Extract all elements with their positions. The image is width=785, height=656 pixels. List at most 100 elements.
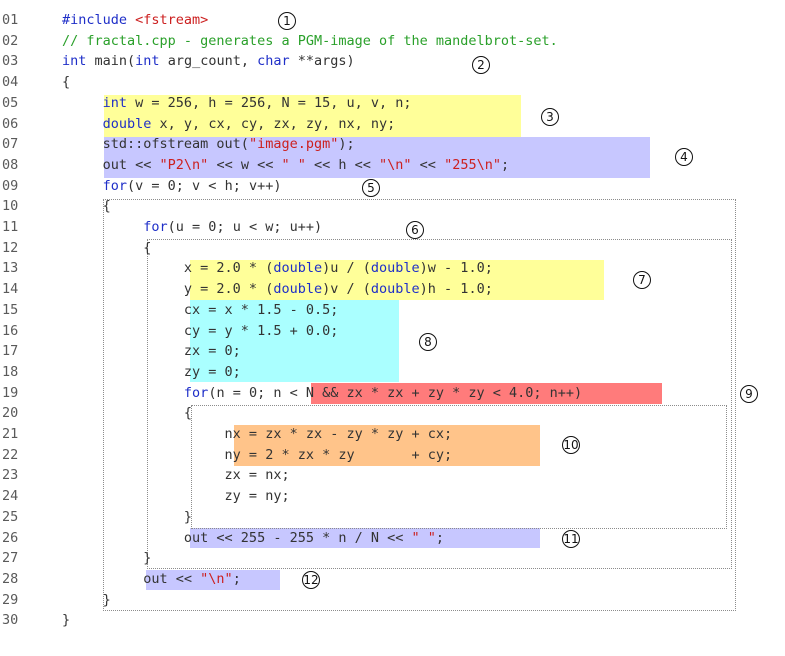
code-token: (n = 0; n < N && zx * zx + zy * zy < 4.0… xyxy=(208,384,583,401)
code-token: zy = 0; xyxy=(62,363,241,380)
marker-7: 7 xyxy=(633,271,651,289)
code-text: zx = 0; xyxy=(62,341,241,361)
line-number: 27 xyxy=(2,550,19,567)
code-text: // fractal.cpp - generates a PGM-image o… xyxy=(62,31,558,51)
code-text: out << "P2\n" << w << " " << h << "\n" <… xyxy=(62,155,509,175)
code-diagram: 01 #include <fstream> 02 // fractal.cpp - g… xyxy=(0,0,785,656)
code-token: " " xyxy=(411,529,436,546)
code-token: // fractal.cpp - generates a PGM-image o… xyxy=(62,32,558,49)
code-text: } xyxy=(62,507,192,527)
code-token: for xyxy=(183,384,209,401)
code-token: "image.pgm" xyxy=(248,136,339,153)
code-token: )u / ( xyxy=(322,260,371,277)
code-token: (u = 0; u < w; u++) xyxy=(167,219,323,235)
code-token: arg_count, xyxy=(159,53,258,70)
line-number: 23 xyxy=(2,467,19,484)
code-text: out << "\n"; xyxy=(62,569,241,589)
marker-2: 2 xyxy=(472,56,490,74)
code-token: )w - 1.0; xyxy=(419,260,493,277)
code-token: { xyxy=(62,239,152,256)
code-text: std::ofstream out("image.pgm"); xyxy=(62,134,355,154)
line-number: 24 xyxy=(2,488,19,505)
line-number: 06 xyxy=(2,115,19,132)
code-text: int main(int arg_count, char **args) xyxy=(62,51,355,71)
code-text: x = 2.0 * (double)u / (double)w - 1.0; xyxy=(62,258,493,278)
marker-4: 4 xyxy=(675,148,693,166)
code-text: zx = nx; xyxy=(62,465,290,485)
code-text: for(n = 0; n < N && zx * zx + zy * zy < … xyxy=(62,383,582,403)
code-text: cy = y * 1.5 + 0.0; xyxy=(62,321,338,341)
line-number: 19 xyxy=(2,384,19,401)
line-number: 17 xyxy=(2,343,19,360)
code-token: ny = 2 * zx * zy + cy; xyxy=(62,446,453,463)
code-token: zx = 0; xyxy=(62,343,241,360)
line-number: 10 xyxy=(2,198,19,215)
code-token: ; xyxy=(435,529,445,546)
code-text: ny = 2 * zx * zy + cy; xyxy=(62,445,453,465)
code-text: zy = 0; xyxy=(62,362,241,382)
code-token: zx = nx; xyxy=(62,467,290,484)
line-number: 13 xyxy=(2,260,19,277)
code-token: ; xyxy=(232,570,241,587)
line-number: 04 xyxy=(2,74,19,91)
code-text: for(u = 0; u < w; u++) xyxy=(62,217,322,237)
marker-8: 8 xyxy=(419,333,437,351)
code-token: "\n" xyxy=(379,156,412,173)
code-token: double xyxy=(273,281,323,298)
code-text: out << 255 - 255 * n / N << " "; xyxy=(62,528,444,548)
code-token: { xyxy=(62,74,71,91)
line-number: 08 xyxy=(2,156,19,173)
code-token: " " xyxy=(281,156,306,173)
code-token: double xyxy=(273,260,323,277)
code-token: ); xyxy=(338,136,355,153)
code-text: nx = zx * zx - zy * zy + cx; xyxy=(62,424,453,444)
code-text: int w = 256, h = 256, N = 15, u, v, n; xyxy=(62,93,412,113)
code-text: #include <fstream> xyxy=(62,10,208,30)
code-text: cx = x * 1.5 - 0.5; xyxy=(62,300,338,320)
code-token: char xyxy=(257,53,290,70)
code-text: } xyxy=(62,548,151,568)
line-number: 02 xyxy=(2,32,19,49)
code-token: } xyxy=(62,612,71,629)
code-token: out << xyxy=(62,570,201,587)
marker-6: 6 xyxy=(406,221,424,239)
code-token: { xyxy=(62,405,193,422)
code-text: y = 2.0 * (double)v / (double)h - 1.0; xyxy=(62,279,493,299)
marker-9: 9 xyxy=(740,385,758,403)
code-token: int xyxy=(102,94,128,111)
code-token: main( xyxy=(86,53,136,70)
code-text: { xyxy=(62,238,151,258)
code-token: cy = y * 1.5 + 0.0; xyxy=(62,322,339,339)
code-token: **args) xyxy=(289,53,355,70)
line-number: 01 xyxy=(2,12,19,28)
code-token: double xyxy=(102,115,152,132)
line-number: 21 xyxy=(2,426,19,442)
marker-11: 11 xyxy=(562,530,580,548)
code-text: for(v = 0; v < h; v++) xyxy=(62,176,282,196)
line-number: 05 xyxy=(2,94,19,111)
line-number: 11 xyxy=(2,219,19,235)
line-number: 14 xyxy=(2,281,19,298)
code-token: zy = ny; xyxy=(62,488,290,505)
line-number: 29 xyxy=(2,591,19,608)
code-token: (v = 0; v < h; v++) xyxy=(127,177,282,194)
code-token: w = 256, h = 256, N = 15, u, v, n; xyxy=(127,94,412,111)
code-token: int xyxy=(135,53,160,70)
line-number: 07 xyxy=(2,136,19,153)
code-token: for xyxy=(143,219,168,235)
line-number: 22 xyxy=(2,446,19,463)
line-number: 28 xyxy=(2,570,19,587)
code-token: out << xyxy=(62,156,160,173)
code-text: double x, y, cx, cy, zx, zy, nx, ny; xyxy=(62,114,396,134)
marker-1: 1 xyxy=(278,12,296,30)
line-number: 16 xyxy=(2,322,19,339)
code-token: } xyxy=(62,508,193,525)
code-token: << h << xyxy=(305,156,380,173)
marker-5: 5 xyxy=(362,179,380,197)
line-number: 25 xyxy=(2,508,19,525)
code-token: double xyxy=(370,260,420,277)
line-number: 12 xyxy=(2,239,19,256)
